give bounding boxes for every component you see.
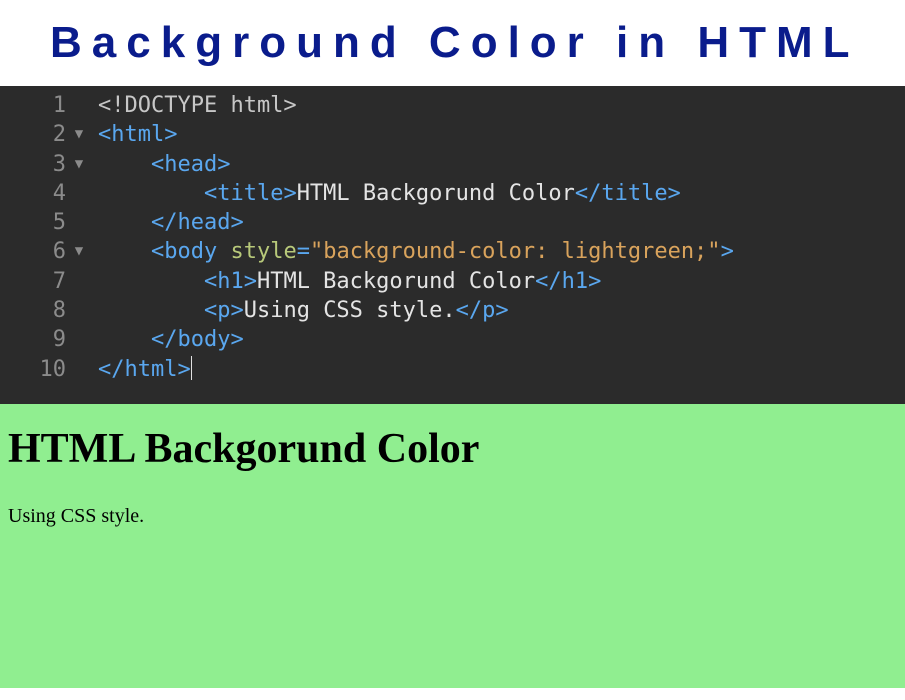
code-line: <p>Using CSS style.</p>: [98, 296, 905, 325]
page-title: Background Color in HTML: [0, 0, 905, 86]
line-number: 2: [0, 120, 66, 149]
code-line: <body style="background-color: lightgree…: [98, 237, 905, 266]
code-line: </head>: [98, 208, 905, 237]
line-number: 4: [0, 179, 66, 208]
tag-token: </h1>: [535, 269, 601, 294]
gutter-row: 2▼: [0, 120, 98, 149]
tag-token: </title>: [575, 181, 681, 206]
line-gutter: 1 2▼ 3▼ 4 5 6▼ 7 8 9 10: [0, 91, 98, 384]
preview-paragraph: Using CSS style.: [8, 505, 897, 528]
tag-token: </head>: [151, 210, 244, 235]
code-line: <h1>HTML Backgorund Color</h1>: [98, 267, 905, 296]
line-number: 8: [0, 296, 66, 325]
tag-token: <p>: [204, 298, 244, 323]
line-number: 3: [0, 150, 66, 179]
tag-token: <h1>: [204, 269, 257, 294]
line-number: 5: [0, 208, 66, 237]
gutter-row: 3▼: [0, 150, 98, 179]
text-token: Using CSS style.: [244, 298, 456, 323]
gutter-row: 6▼: [0, 237, 98, 266]
code-area[interactable]: <!DOCTYPE html> <html> <head> <title>HTM…: [98, 91, 905, 384]
tag-token: </body>: [151, 327, 244, 352]
code-line: </html>: [98, 355, 905, 384]
tag-token: =: [297, 239, 310, 264]
doctype-token: <!DOCTYPE html>: [98, 93, 297, 118]
fold-icon[interactable]: ▼: [66, 237, 92, 266]
gutter-row: 10: [0, 355, 98, 384]
tag-token: >: [721, 239, 734, 264]
fold-icon[interactable]: ▼: [66, 120, 92, 149]
tag-token: </html>: [98, 357, 191, 382]
gutter-row: 9: [0, 325, 98, 354]
gutter-row: 4: [0, 179, 98, 208]
line-number: 1: [0, 91, 66, 120]
code-line: </body>: [98, 325, 905, 354]
tag-token: <body: [151, 239, 230, 264]
gutter-row: 5: [0, 208, 98, 237]
gutter-row: 1: [0, 91, 98, 120]
gutter-row: 8: [0, 296, 98, 325]
tag-token: <head>: [151, 152, 230, 177]
code-line: <title>HTML Backgorund Color</title>: [98, 179, 905, 208]
tag-token: </p>: [456, 298, 509, 323]
line-number: 7: [0, 267, 66, 296]
tag-token: <html>: [98, 122, 177, 147]
text-token: HTML Backgorund Color: [297, 181, 575, 206]
preview-pane: HTML Backgorund Color Using CSS style.: [0, 404, 905, 688]
code-line: <!DOCTYPE html>: [98, 91, 905, 120]
line-number: 10: [0, 355, 66, 384]
string-token: "background-color: lightgreen;": [310, 239, 721, 264]
code-editor[interactable]: 1 2▼ 3▼ 4 5 6▼ 7 8 9 10 <!DOCTYPE html> …: [0, 86, 905, 404]
code-line: <head>: [98, 150, 905, 179]
line-number: 9: [0, 325, 66, 354]
line-number: 6: [0, 237, 66, 266]
code-line: <html>: [98, 120, 905, 149]
tag-token: <title>: [204, 181, 297, 206]
fold-icon[interactable]: ▼: [66, 150, 92, 179]
gutter-row: 7: [0, 267, 98, 296]
cursor-icon: [191, 356, 192, 380]
preview-heading: HTML Backgorund Color: [8, 425, 897, 473]
attr-token: style: [230, 239, 296, 264]
text-token: HTML Backgorund Color: [257, 269, 535, 294]
